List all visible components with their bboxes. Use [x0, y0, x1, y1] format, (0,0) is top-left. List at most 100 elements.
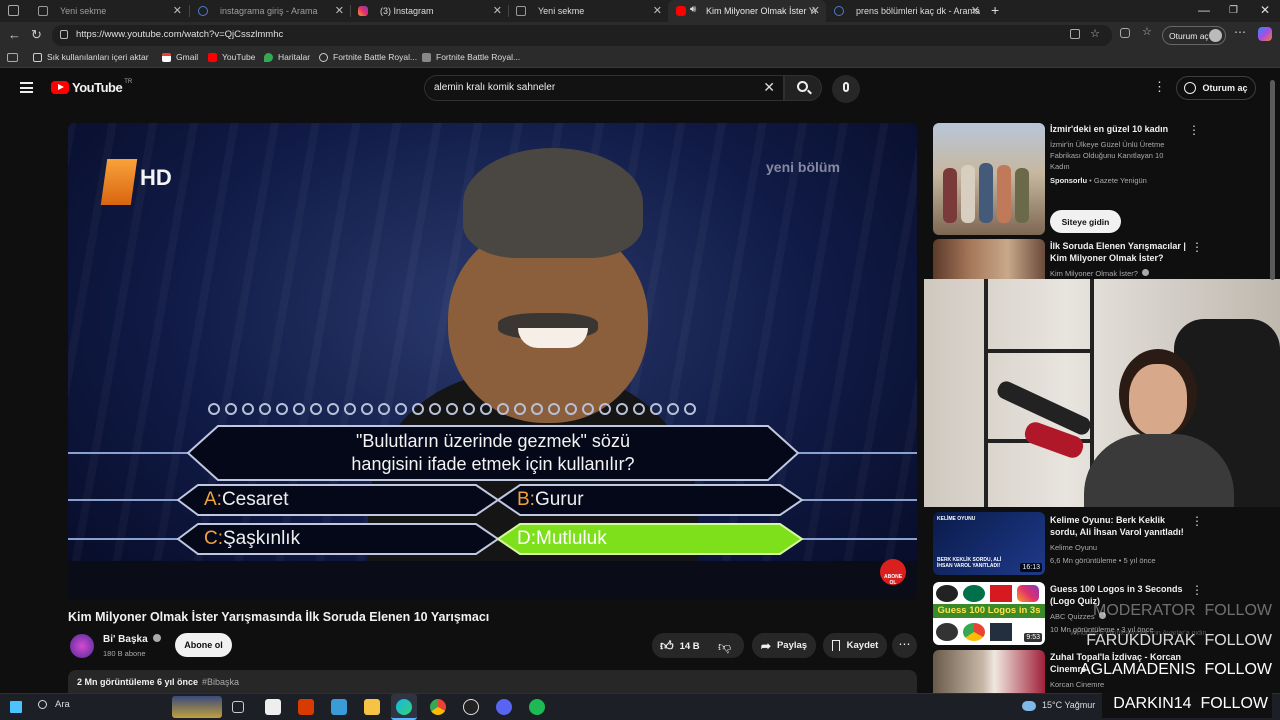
youtube-icon [676, 6, 686, 16]
sidebar-toggle-icon[interactable] [7, 53, 18, 62]
profile-signin-button[interactable]: Oturum aç [1162, 26, 1226, 45]
page-scrollbar[interactable] [1270, 80, 1275, 280]
close-icon[interactable]: ✕ [971, 4, 980, 17]
news-widget-icon[interactable] [172, 696, 222, 718]
bookmark-fortnite-2[interactable]: Fortnite Battle Royal... [422, 52, 520, 62]
tab-new-1[interactable]: Yeni sekme ✕ [30, 0, 188, 22]
close-icon[interactable]: ✕ [653, 4, 662, 17]
tab-youtube-active[interactable]: 🔊︎ Kim Milyoner Olmak İster Ya... ✕ [668, 0, 826, 22]
obs-icon[interactable] [463, 699, 479, 715]
maximize-button[interactable]: ❐ [1229, 5, 1238, 16]
close-icon[interactable]: ✕ [173, 4, 182, 17]
account-icon [1184, 82, 1197, 94]
close-icon[interactable]: ✕ [811, 4, 820, 17]
hashtag-link[interactable]: #Bibaşka [202, 677, 239, 687]
video-player[interactable]: HD yeni bölüm "Bulutların üzerinde gezme… [68, 123, 917, 600]
file-explorer-icon[interactable] [364, 699, 380, 715]
tab-new-2[interactable]: Yeni sekme ✕ [508, 0, 668, 22]
new-tab-button[interactable]: + [991, 2, 999, 18]
ad-thumbnail[interactable] [933, 123, 1045, 235]
like-button[interactable]: 👍︎ 14 B [660, 638, 700, 654]
microphone-icon [843, 82, 849, 92]
task-view-icon[interactable] [232, 701, 244, 713]
recommendation-thumbnail[interactable]: Guess 100 Logos in 3s 9:53 [933, 582, 1045, 645]
browser-tab-bar: Yeni sekme ✕ instagrama giriş - Arama ✕ … [0, 0, 1280, 22]
app-icon[interactable] [331, 699, 347, 715]
more-actions-button[interactable]: ⋯ [892, 633, 917, 658]
subscribe-button[interactable]: Abone ol [175, 633, 232, 657]
taskbar-search[interactable]: Ara [38, 699, 178, 715]
recommendation-menu-icon[interactable]: ⋮ [1191, 583, 1203, 597]
app-install-icon[interactable] [1070, 29, 1080, 39]
favorite-star-icon[interactable]: ☆ [1090, 27, 1100, 40]
chrome-icon[interactable] [430, 699, 446, 715]
close-icon[interactable]: ✕ [493, 4, 502, 17]
tab-instagram[interactable]: (3) Instagram ✕ [350, 0, 508, 22]
youtube-signin-button[interactable]: Oturum aç [1176, 76, 1256, 100]
back-icon[interactable]: ← [8, 27, 21, 42]
more-menu-icon[interactable]: ⋯ [1234, 25, 1246, 39]
recommendation-title[interactable]: İlk Soruda Elenen Yarışmacılar | Kim Mil… [1050, 240, 1190, 264]
share-button[interactable]: ➦ Paylaş [752, 633, 816, 658]
settings-menu-icon[interactable]: ⋮ [1153, 79, 1166, 95]
ad-title[interactable]: İzmir'deki en güzel 10 kadın [1050, 123, 1185, 135]
url-field[interactable]: https://www.youtube.com/watch?v=QjCsszlm… [52, 25, 1112, 46]
favorites-icon[interactable]: ☆ [1142, 25, 1152, 38]
recommendation-channel: Kelime Oyunu [1050, 543, 1098, 552]
save-button[interactable]: Kaydet [823, 633, 887, 658]
bookmarks-bar: Sık kullanılanları içeri aktar Gmail You… [0, 49, 1280, 68]
recommendation-menu-icon[interactable]: ⋮ [1191, 514, 1203, 528]
tab-search-instagram[interactable]: instagrama giriş - Arama ✕ [190, 0, 350, 22]
bookmark-maps[interactable]: Haritalar [264, 52, 310, 62]
search-icon [198, 6, 208, 16]
upload-age: 6 yıl önce [157, 677, 199, 687]
recommendation-menu-icon[interactable]: ⋮ [1191, 240, 1203, 254]
copilot-icon[interactable] [1258, 27, 1272, 41]
quiz-board [68, 425, 917, 600]
search-input[interactable]: alemin kralı komik sahneler ✕ [424, 75, 784, 101]
discord-icon[interactable] [496, 699, 512, 715]
search-button[interactable] [784, 75, 822, 101]
minimize-button[interactable]: — [1198, 3, 1210, 17]
close-window-button[interactable]: ✕ [1260, 3, 1270, 17]
ad-menu-icon[interactable]: ⋮ [1188, 123, 1200, 137]
edge-icon[interactable] [391, 694, 417, 720]
recommendation-thumbnail[interactable]: KELİME OYUNU BERK KEKLİK SORDU, ALİ İHSA… [933, 512, 1045, 575]
channel-avatar[interactable] [70, 634, 94, 658]
close-icon[interactable]: ✕ [335, 4, 344, 17]
speaker-icon[interactable]: 🔊︎ [690, 4, 696, 15]
channel-name[interactable]: Bi' Başka [103, 634, 162, 645]
answer-d: D:Mutluluk [517, 528, 607, 549]
spotify-icon[interactable] [529, 699, 545, 715]
store-icon[interactable] [265, 699, 281, 715]
tab-actions-icon[interactable] [8, 5, 19, 16]
hamburger-menu-icon[interactable] [20, 82, 33, 93]
bookmark-fortnite-1[interactable]: Fortnite Battle Royal... [319, 52, 417, 62]
bookmark-youtube[interactable]: YouTube [208, 52, 255, 62]
tab-search-prens[interactable]: prens bölümleri kaç dk - Arama ✕ [826, 0, 986, 22]
weather-widget[interactable]: 15°C Yağmur [1022, 700, 1095, 711]
bookmark-import[interactable]: Sık kullanılanları içeri aktar [33, 52, 149, 62]
recommendation-thumbnail[interactable] [933, 650, 1045, 693]
recommendation-meta: 6,6 Mn görüntüleme • 5 yıl önce [1050, 556, 1156, 565]
share-icon: ➦ [760, 638, 771, 653]
start-button[interactable] [10, 701, 22, 713]
youtube-logo[interactable]: YouTube TR [51, 79, 132, 95]
thumbs-down-icon: 👎︎ [718, 639, 732, 654]
refresh-icon[interactable]: ↻ [31, 27, 42, 43]
voice-search-button[interactable] [832, 75, 860, 103]
answer-b: B:Gurur [517, 489, 584, 510]
follow-alert: AGLAMADENIS FOLLOW [1079, 661, 1272, 678]
thumbs-up-icon: 👍︎ [660, 638, 674, 653]
recommendation-title[interactable]: Kelime Oyunu: Berk Keklik sordu, Ali İhs… [1050, 514, 1190, 538]
subscribe-badge[interactable]: ABONE OL [880, 559, 906, 586]
dislike-button[interactable]: 👎︎ [718, 638, 731, 656]
windows-taskbar: Ara 15°C Yağmur DARKIN14 FOLLOW [0, 692, 1280, 720]
office-icon[interactable] [298, 699, 314, 715]
bookmark-gmail[interactable]: Gmail [162, 52, 198, 62]
extensions-icon[interactable] [1120, 28, 1130, 38]
follow-alert: MODERATOR FOLLOW [1093, 602, 1272, 619]
ad-cta-button[interactable]: Siteye gidin [1050, 210, 1121, 233]
clear-search-icon[interactable]: ✕ [763, 79, 775, 96]
recommendation-thumbnail[interactable] [933, 239, 1045, 279]
